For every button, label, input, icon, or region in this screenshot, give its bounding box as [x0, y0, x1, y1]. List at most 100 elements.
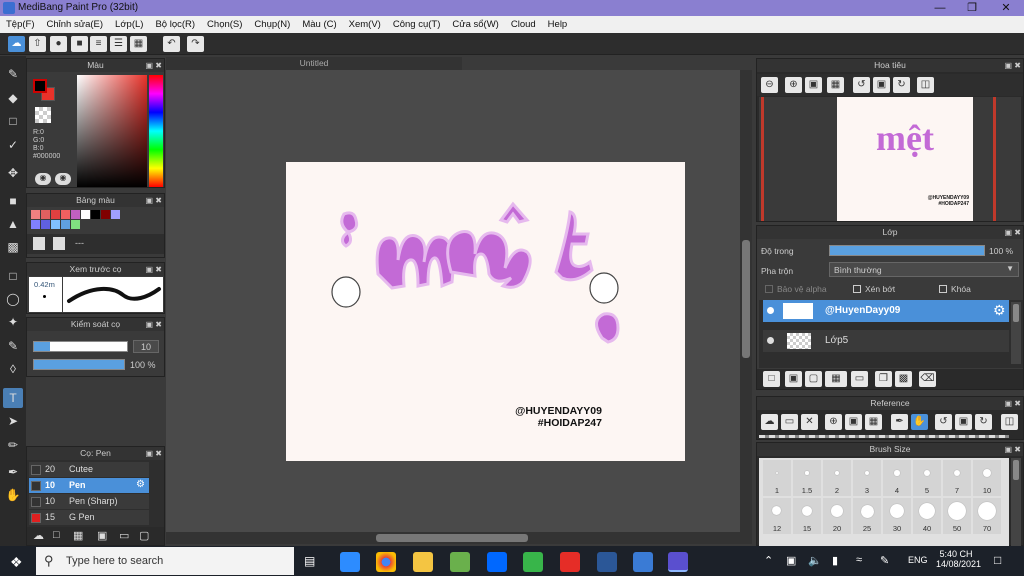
panel-close-icon[interactable]: ▣ ✖: [146, 59, 162, 72]
brush-size-cell[interactable]: 12: [763, 498, 791, 534]
minimize-button[interactable]: —: [924, 0, 956, 16]
menu-window[interactable]: Cửa sổ(W): [446, 16, 504, 30]
lock-checkbox[interactable]: [939, 285, 947, 293]
battery-icon[interactable]: ▮: [832, 554, 838, 567]
brush-item-pen[interactable]: 10 Pen ⚙: [29, 478, 149, 493]
new-brush-icon[interactable]: □: [53, 529, 60, 541]
paint-app-icon[interactable]: [450, 552, 470, 572]
transparent-swatch[interactable]: [35, 107, 51, 123]
cloud-reference-icon[interactable]: ☁: [761, 414, 778, 430]
color-wheel-icon[interactable]: ◉: [35, 173, 51, 185]
brush-folder-icon[interactable]: ▭: [119, 529, 129, 542]
hand-tool-icon[interactable]: ✋: [3, 485, 23, 505]
palette-swatch[interactable]: [71, 220, 80, 229]
tray-network-icon[interactable]: ▣: [786, 554, 796, 567]
cloud-brush-icon[interactable]: ☁: [33, 529, 44, 542]
pen-icon[interactable]: ✎: [880, 554, 889, 567]
brush-size-cell[interactable]: 5: [913, 460, 941, 496]
menu-view[interactable]: Xem(V): [343, 16, 387, 30]
file-explorer-icon[interactable]: [413, 552, 433, 572]
palette-swatch[interactable]: [61, 220, 70, 229]
close-button[interactable]: ✕: [990, 0, 1022, 16]
tab-untitled[interactable]: Untitled: [166, 57, 462, 70]
brush-size-value[interactable]: 10: [133, 340, 159, 353]
new-palette-icon[interactable]: [33, 237, 45, 250]
operation-tool-icon[interactable]: ➤: [3, 411, 23, 431]
palette-swatch[interactable]: [51, 220, 60, 229]
wifi-icon[interactable]: ≈: [856, 554, 862, 566]
brush-size-cell[interactable]: 10: [973, 460, 1001, 496]
redo-icon[interactable]: ↷: [187, 36, 204, 52]
bucket-tool-icon[interactable]: ▲: [3, 214, 23, 234]
ref-rotate-left-icon[interactable]: ↺: [935, 414, 952, 430]
brush-opacity-slider[interactable]: [33, 359, 125, 370]
brush-size-cell[interactable]: 3: [853, 460, 881, 496]
palette-swatch[interactable]: [41, 210, 50, 219]
select-rect-icon[interactable]: □: [3, 266, 23, 286]
chrome-icon[interactable]: [376, 552, 396, 572]
brush-size-cell[interactable]: 20: [823, 498, 851, 534]
task-view-icon[interactable]: ▤: [304, 554, 315, 568]
add-layer-menu-icon[interactable]: ▦: [825, 371, 847, 387]
media-player-icon[interactable]: [597, 552, 617, 572]
new-layer-icon[interactable]: □: [763, 371, 780, 387]
menu-select[interactable]: Chọn(S): [201, 16, 248, 30]
brush-size-slider[interactable]: [33, 341, 128, 352]
delete-layer-icon[interactable]: ⌫: [919, 371, 936, 387]
zoom-in-icon[interactable]: ⊕: [785, 77, 802, 93]
actual-size-icon[interactable]: ▦: [827, 77, 844, 93]
clip-checkbox[interactable]: [853, 285, 861, 293]
layer-row-huyendayy09[interactable]: @HuyenDayy09 ⚙: [763, 300, 1009, 322]
brush-item-cutee[interactable]: 20 Cutee: [29, 462, 149, 477]
palette-swatch[interactable]: [31, 220, 40, 229]
document-icon[interactable]: ≡: [90, 36, 107, 52]
duplicate-layer-icon[interactable]: ❐: [875, 371, 892, 387]
dropper-tool-icon[interactable]: ✏: [3, 435, 23, 455]
protect-alpha-checkbox[interactable]: [765, 285, 773, 293]
gradient-tool-icon[interactable]: ▩: [3, 237, 23, 257]
cloud-icon[interactable]: ☁: [8, 36, 25, 52]
saturation-value-picker[interactable]: [77, 75, 147, 187]
add-brush-icon[interactable]: ▦: [73, 529, 83, 542]
brush-settings-icon[interactable]: ⚙: [136, 479, 145, 490]
panel-close-icon[interactable]: ▣ ✖: [146, 318, 162, 331]
menu-tools[interactable]: Công cụ(T): [387, 16, 447, 30]
palette-swatch[interactable]: [61, 210, 70, 219]
ref-hand-icon[interactable]: ✋: [911, 414, 928, 430]
layer-folder-icon[interactable]: ▭: [851, 371, 868, 387]
visibility-icon[interactable]: [767, 337, 774, 344]
text-tool-icon[interactable]: T: [3, 388, 23, 408]
delete-palette-icon[interactable]: [53, 237, 65, 250]
blend-mode-select[interactable]: Bình thường ▼: [829, 262, 1019, 277]
notification-icon[interactable]: □: [994, 553, 1001, 567]
close-reference-icon[interactable]: ✕: [801, 414, 818, 430]
new-mono-layer-icon[interactable]: ▢: [805, 371, 822, 387]
photos-icon[interactable]: [633, 552, 653, 572]
menu-cloud[interactable]: Cloud: [505, 16, 542, 30]
hue-slider[interactable]: [149, 75, 163, 187]
palette-swatch[interactable]: [51, 210, 60, 219]
ref-flip-icon[interactable]: ◫: [1001, 414, 1018, 430]
brush-size-cell[interactable]: 15: [793, 498, 821, 534]
merge-layer-icon[interactable]: ▩: [895, 371, 912, 387]
reset-rotation-icon[interactable]: ▣: [873, 77, 890, 93]
rectangle-tool-icon[interactable]: □: [3, 111, 23, 131]
brush-size-cell[interactable]: 40: [913, 498, 941, 534]
panel-close-icon[interactable]: ▣ ✖: [146, 447, 162, 460]
panel-close-icon[interactable]: ▣ ✖: [1005, 226, 1021, 239]
menu-file[interactable]: Tệp(F): [0, 16, 41, 30]
brush-size-cell[interactable]: 25: [853, 498, 881, 534]
brush-size-cell[interactable]: 1.5: [793, 460, 821, 496]
ref-reset-icon[interactable]: ▣: [955, 414, 972, 430]
eraser-tool-icon[interactable]: ◆: [3, 88, 23, 108]
grid-icon[interactable]: ▦: [130, 36, 147, 52]
navigator-preview[interactable]: mệt @HUYENDAYY09 #HOIDAP247: [759, 97, 1021, 221]
zalo-icon[interactable]: [487, 552, 507, 572]
visibility-icon[interactable]: [767, 307, 774, 314]
fill-rect-icon[interactable]: ■: [3, 191, 23, 211]
layer-list-scrollbar[interactable]: [1011, 302, 1021, 364]
volume-icon[interactable]: 🔈: [808, 554, 822, 567]
delete-brush-icon[interactable]: ▢: [139, 529, 149, 542]
menu-filter[interactable]: Bộ lọc(R): [149, 16, 201, 30]
brush-props-icon[interactable]: ▣: [97, 529, 107, 542]
